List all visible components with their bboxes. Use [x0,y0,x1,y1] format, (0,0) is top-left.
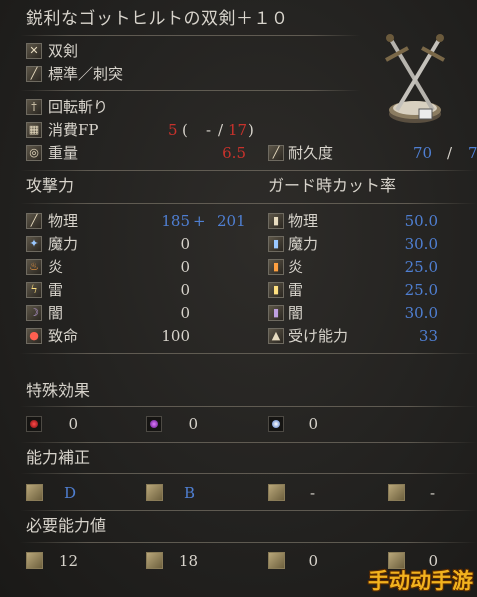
attack-value: 185 [161,212,190,230]
guard-label: 物理 [288,212,319,230]
guard-value: 25.0 [404,281,438,299]
fp-open: ( [182,121,188,139]
durability-icon: ╱ [268,145,284,161]
dexterity-icon [146,552,163,569]
special-effect-value: 0 [308,415,318,433]
guard-label: 魔力 [288,235,319,253]
attack-value: 100 [161,327,190,345]
attack-value: 0 [180,258,190,276]
stability-icon: ▲ [268,328,284,344]
guard-label: 炎 [288,258,304,276]
attack-label: 闇 [48,304,64,322]
skill-name: 回転斬り [48,98,109,116]
guard-value: 30.0 [404,304,438,322]
fp-alt-value: 17 [228,121,248,139]
fp-main-value: 5 [168,121,178,139]
attack-value: 0 [180,235,190,253]
weapon-title: 鋭利なゴットヒルトの双剣＋１０ [26,9,289,29]
special-effects-heading: 特殊効果 [26,381,91,400]
attack-label: 炎 [48,258,64,276]
scaling-value: - [430,484,436,502]
divider [20,406,477,407]
lightning-icon: ϟ [26,282,42,298]
fire-icon: ♨ [26,259,42,275]
poison-icon [146,416,162,432]
scaling-value: - [310,484,316,502]
divider [20,542,477,543]
shield-lightning-icon: ▮ [268,282,284,298]
weapon-type-icon: ✕ [26,43,42,59]
guard-label: 雷 [288,281,304,299]
durability-slash: / [447,144,453,162]
durability-value: 70 [413,144,433,162]
fp-slash: / [218,121,224,139]
shield-fire-icon: ▮ [268,259,284,275]
guard-value: 30.0 [404,235,438,253]
attack-bonus: 201 [217,212,246,230]
fp-icon: ▦ [26,122,42,138]
divider [20,510,477,511]
weight-label: 重量 [48,144,79,162]
weight-icon: ◎ [26,145,42,161]
skill-icon: † [26,99,42,115]
scaling-value: B [184,484,196,502]
guard-value: 33 [418,327,438,345]
shield-physical-icon: ▮ [268,213,284,229]
attack-label: 致命 [48,327,79,345]
intelligence-icon [268,552,285,569]
requirements-heading: 必要能力値 [26,516,107,535]
requirement-value: 18 [178,552,198,570]
weapon-detail-panel: 鋭利なゴットヒルトの双剣＋１０ ✕ 双剣 ╱ 標準／刺突 † 回転斬り ▦ 消費… [0,0,477,597]
strength-icon [26,484,43,501]
guard-heading: ガード時カット率 [268,176,397,195]
guard-value: 50.0 [404,212,438,230]
shield-dark-icon: ▮ [268,305,284,321]
weapon-image [385,34,445,123]
fp-label: 消費FP [48,121,99,139]
guard-value: 25.0 [404,258,438,276]
fp-dash: - [206,121,212,139]
critical-icon: ● [26,328,42,344]
special-effect-value: 0 [68,415,78,433]
intelligence-icon [268,484,285,501]
fp-close: ) [248,121,254,139]
dark-icon: ☽ [26,305,42,321]
dexterity-icon [146,484,163,501]
magic-icon: ✦ [26,236,42,252]
guard-label: 受け能力 [288,327,349,345]
divider [20,170,477,171]
scaling-value: D [64,484,77,502]
guard-label: 闇 [288,304,304,322]
attack-label: 物理 [48,212,79,230]
sword-icon: ╱ [26,213,42,229]
title-divider [20,35,360,36]
divider [20,442,477,443]
scaling-heading: 能力補正 [26,448,91,467]
attack-heading: 攻撃力 [26,176,75,195]
weapon-type: 双剣 [48,42,79,60]
attack-type: 標準／刺突 [48,65,124,83]
attack-label: 雷 [48,281,64,299]
divider [20,353,477,354]
frost-icon [268,416,284,432]
faith-icon [388,484,405,501]
attack-type-icon: ╱ [26,66,42,82]
divider [20,203,477,204]
divider [20,90,360,91]
divider [20,473,477,474]
attack-plus: + [193,212,206,230]
durability-label: 耐久度 [288,144,334,162]
durability-max: 7 [468,144,477,162]
strength-icon [26,552,43,569]
requirement-value: 12 [58,552,78,570]
weight-value: 6.5 [222,144,246,162]
attack-value: 0 [180,281,190,299]
shield-magic-icon: ▮ [268,236,284,252]
special-effect-value: 0 [188,415,198,433]
bleed-icon [26,416,42,432]
attack-label: 魔力 [48,235,79,253]
attack-value: 0 [180,304,190,322]
requirement-value: 0 [308,552,318,570]
watermark: 手动动手游 [368,569,473,593]
